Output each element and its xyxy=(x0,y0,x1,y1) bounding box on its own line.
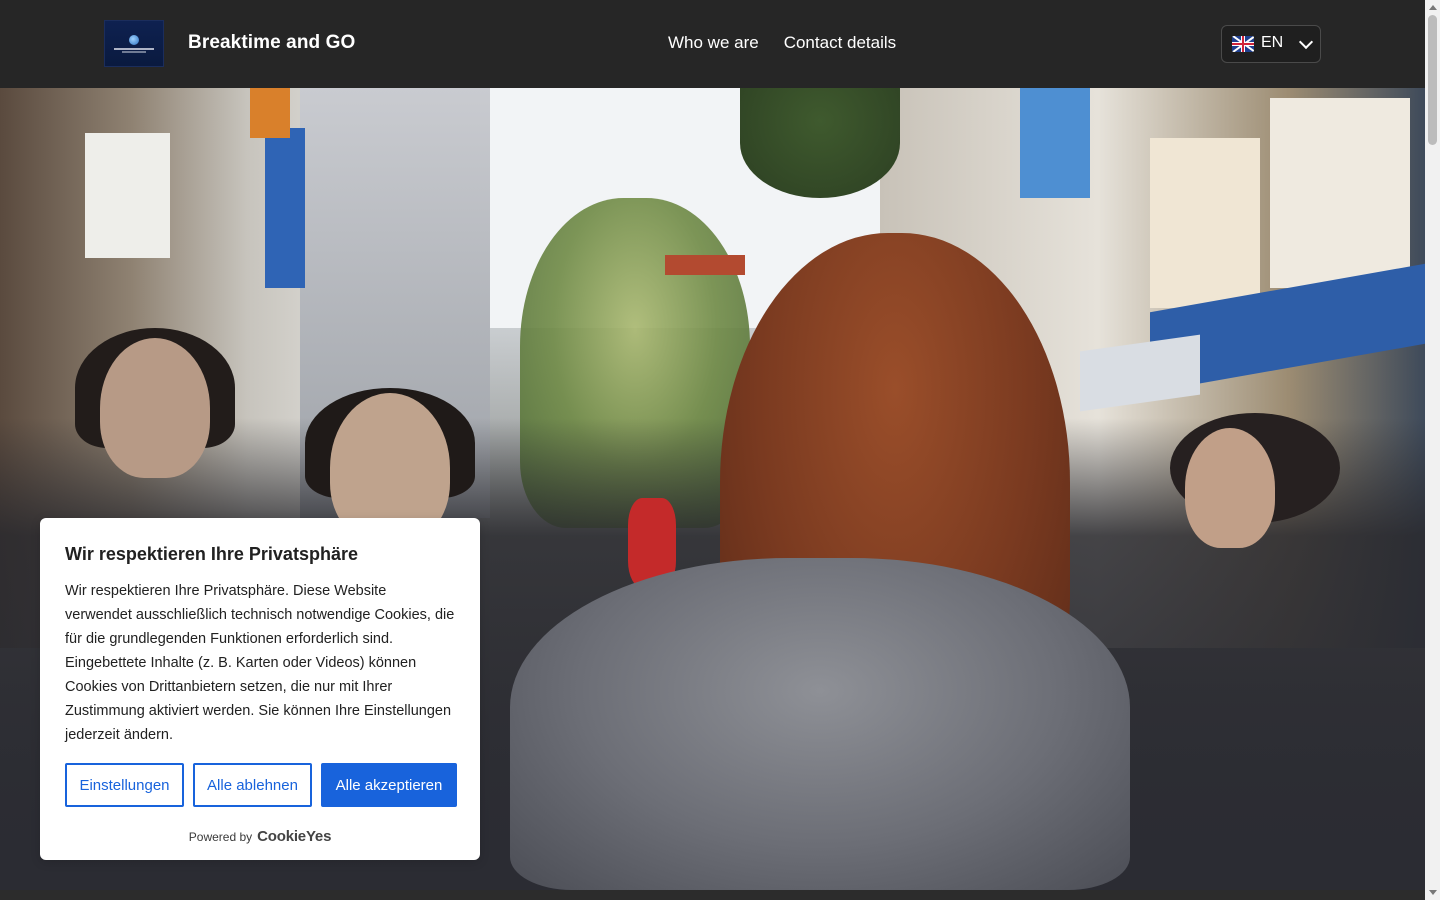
logo-tagline xyxy=(122,50,146,53)
nav-link-who-we-are[interactable]: Who we are xyxy=(668,33,759,53)
site-header: Breaktime and GO Who we are Contact deta… xyxy=(0,0,1425,88)
powered-by: Powered by CookieYes xyxy=(40,828,480,845)
cookieyes-logo[interactable]: CookieYes xyxy=(257,828,331,845)
scroll-up-arrow-icon[interactable] xyxy=(1429,5,1437,10)
hero-backpack xyxy=(510,558,1130,890)
hero-shop-sign xyxy=(1150,138,1260,308)
cookie-banner-title: Wir respektieren Ihre Privatsphäre xyxy=(65,544,358,564)
hero-street-sign xyxy=(665,255,745,275)
uk-flag-icon xyxy=(1232,36,1254,52)
language-code: EN xyxy=(1261,34,1284,51)
cookie-button-group: Einstellungen Alle ablehnen Alle akzepti… xyxy=(65,763,457,807)
hero-shop-sign xyxy=(265,128,305,288)
hero-shop-sign xyxy=(250,88,290,138)
hero-shop-sign xyxy=(1270,98,1410,288)
nav-link-contact-details[interactable]: Contact details xyxy=(784,33,896,53)
scrollbar-thumb[interactable] xyxy=(1428,15,1437,145)
page-bottom-strip xyxy=(0,890,1425,900)
cookie-consent-banner: Wir respektieren Ihre Privatsphäre Wir r… xyxy=(40,518,480,860)
hero-shop-sign xyxy=(85,133,170,258)
logo-wordmark xyxy=(114,47,154,50)
hero-tree-top xyxy=(740,88,900,198)
scroll-down-arrow-icon[interactable] xyxy=(1429,890,1437,895)
hero-person xyxy=(1185,428,1275,548)
language-selector[interactable]: EN xyxy=(1221,25,1321,63)
brand-name[interactable]: Breaktime and GO xyxy=(188,32,355,54)
hero-person xyxy=(100,338,210,478)
site-logo[interactable] xyxy=(104,20,164,67)
hero-shop-sign xyxy=(1020,88,1090,198)
cookie-settings-button[interactable]: Einstellungen xyxy=(65,763,184,807)
page-scrollbar[interactable] xyxy=(1425,0,1440,900)
chevron-down-icon xyxy=(1299,34,1314,49)
cookie-banner-text: Wir respektieren Ihre Privatsphäre. Dies… xyxy=(65,583,455,743)
accept-all-button[interactable]: Alle akzeptieren xyxy=(321,763,457,807)
reject-all-button[interactable]: Alle ablehnen xyxy=(193,763,312,807)
main-nav: Who we are Contact details xyxy=(668,33,896,53)
globe-icon xyxy=(129,34,139,45)
powered-by-label: Powered by xyxy=(188,830,253,844)
